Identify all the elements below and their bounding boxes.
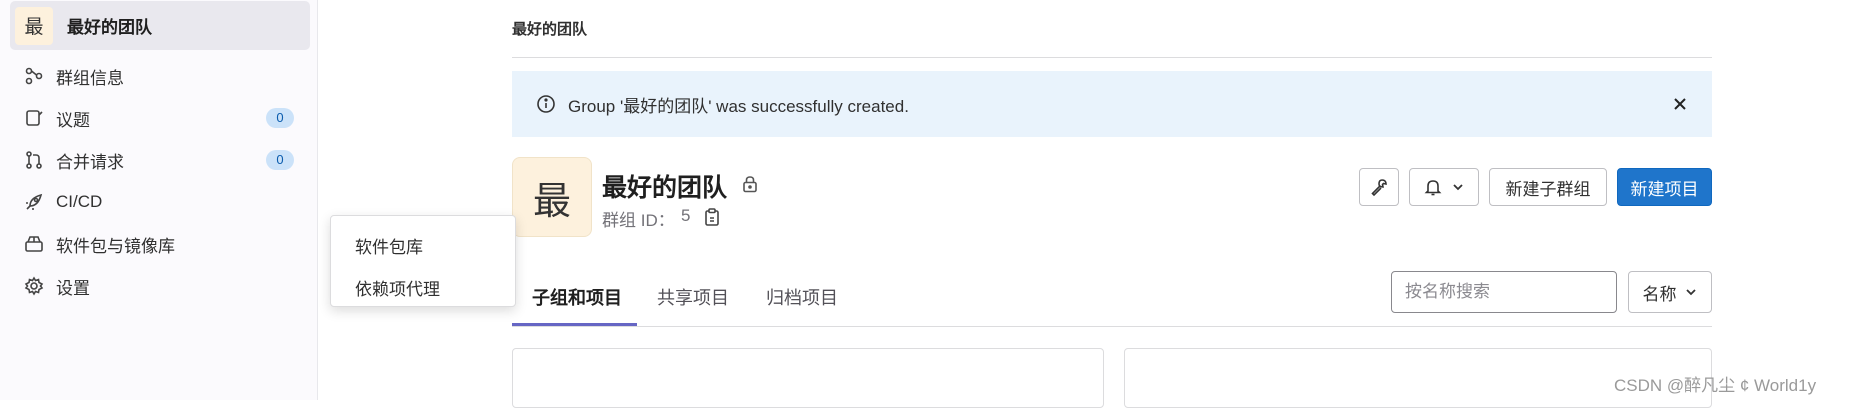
success-alert: Group '最好的团队' was successfully created. — [512, 71, 1712, 137]
info-icon — [537, 95, 555, 113]
copy-icon[interactable] — [703, 207, 721, 227]
close-icon[interactable] — [1670, 94, 1690, 114]
package-icon — [24, 234, 44, 254]
sidebar-item-label: 合并请求 — [56, 152, 124, 172]
lock-icon — [743, 176, 757, 193]
sort-label: 名称 — [1642, 284, 1677, 304]
sidebar-item-label: 设置 — [56, 278, 90, 298]
sidebar-group-name: 最好的团队 — [67, 18, 152, 37]
issues-icon — [24, 108, 44, 128]
sidebar-item-merge-requests[interactable]: 合并请求 0 — [24, 140, 294, 180]
tab-subgroups-and-projects[interactable]: 子组和项目 — [532, 284, 622, 310]
chevron-down-icon — [1453, 184, 1463, 191]
flyout-item-dependency-proxy[interactable]: 依赖项代理 — [355, 275, 440, 300]
flyout-item-package-registry[interactable]: 软件包库 — [355, 233, 423, 258]
new-project-button[interactable]: 新建项目 — [1617, 168, 1712, 206]
gear-icon — [24, 276, 44, 296]
merge-request-icon — [24, 150, 44, 170]
tab-shared-projects[interactable]: 共享项目 — [657, 284, 729, 310]
sidebar-item-packages[interactable]: 软件包与镜像库 — [24, 224, 294, 264]
new-subgroup-button[interactable]: 新建子群组 — [1489, 168, 1607, 206]
sidebar-item-group-info[interactable]: 群组信息 — [24, 56, 294, 96]
sidebar: 最 最好的团队 群组信息 议题 0 合并请求 0 CI/CD 软件包与镜像库 设… — [0, 0, 318, 400]
packages-flyout-menu: 软件包库 依赖项代理 — [330, 215, 516, 307]
header-divider — [512, 57, 1712, 58]
group-settings-button[interactable] — [1359, 168, 1399, 206]
group-avatar: 最 — [512, 157, 592, 237]
group-id-label: 群组 ID： — [602, 211, 675, 230]
alert-message: Group '最好的团队' was successfully created. — [568, 96, 909, 116]
group-info-icon — [24, 66, 44, 86]
group-id-value: 5 — [681, 206, 691, 225]
sidebar-item-label: 软件包与镜像库 — [56, 236, 175, 256]
tab-archived-projects[interactable]: 归档项目 — [766, 284, 838, 310]
sidebar-item-issues[interactable]: 议题 0 — [24, 98, 294, 138]
sidebar-item-ci-cd[interactable]: CI/CD — [24, 182, 294, 222]
breadcrumb[interactable]: 最好的团队 — [512, 18, 587, 39]
issues-count-badge: 0 — [266, 108, 294, 128]
group-avatar-small: 最 — [15, 6, 53, 45]
sidebar-item-label: 议题 — [56, 110, 90, 130]
sort-dropdown[interactable]: 名称 — [1628, 271, 1712, 313]
rocket-icon — [24, 192, 44, 212]
merge-requests-count-badge: 0 — [266, 150, 294, 170]
empty-state-card — [512, 348, 1104, 408]
tabs-divider — [512, 326, 1712, 327]
sidebar-group-header[interactable]: 最 最好的团队 — [10, 1, 310, 50]
chevron-down-icon — [1685, 289, 1696, 296]
watermark: CSDN @醉凡尘 ¢ World1y — [1614, 376, 1817, 395]
sidebar-item-label: 群组信息 — [56, 68, 124, 88]
bell-icon — [1424, 180, 1442, 196]
notification-settings-button[interactable] — [1409, 168, 1479, 206]
sidebar-item-settings[interactable]: 设置 — [24, 266, 294, 306]
search-input[interactable] — [1391, 271, 1617, 313]
page-title: 最好的团队 — [602, 174, 728, 202]
wrench-icon — [1371, 179, 1387, 197]
sidebar-item-label: CI/CD — [56, 192, 103, 211]
